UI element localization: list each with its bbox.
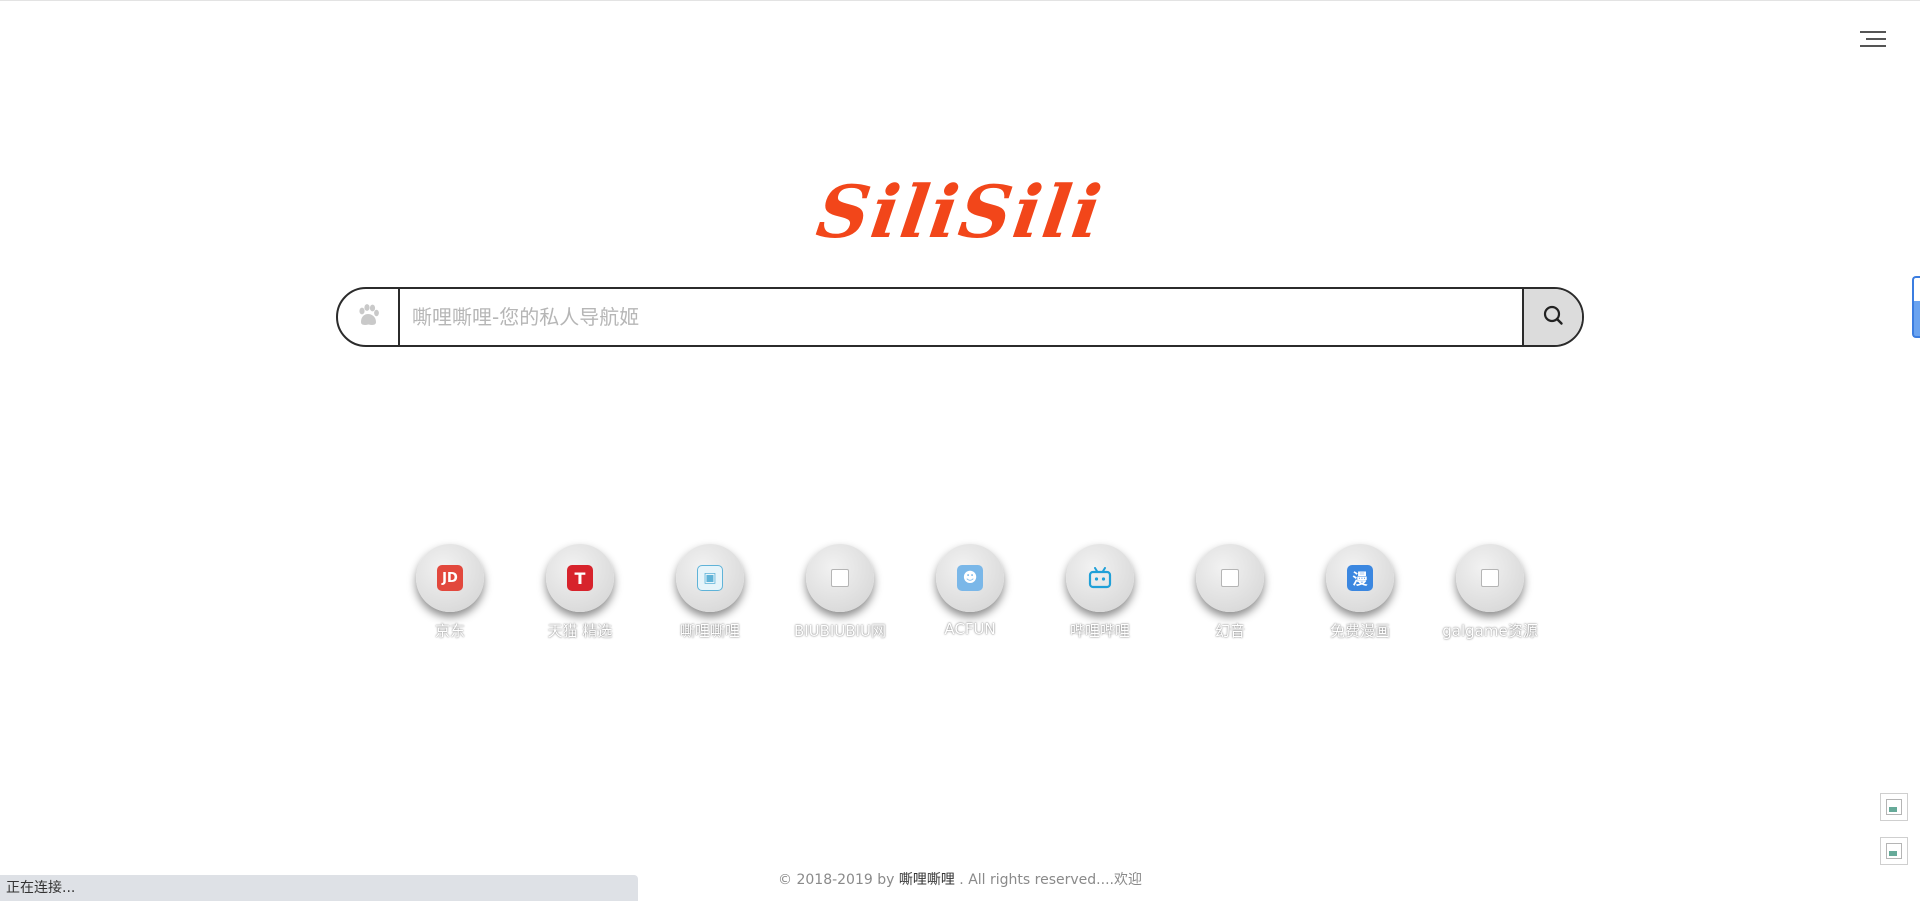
link-button[interactable] xyxy=(806,544,874,612)
link-label: 幻音 xyxy=(1214,622,1245,640)
link-label: BIUBIUBIU网 xyxy=(793,622,887,640)
search-input[interactable] xyxy=(400,289,1522,345)
browser-status-bar: 正在连接... xyxy=(0,875,638,901)
quick-links: JD 京东 T 天猫 精选 ▣ 嘶哩嘶哩 BIUBIUBIU网 ☻ ACFUN … xyxy=(385,544,1555,641)
broken-image-icon xyxy=(1886,799,1902,815)
search-bar xyxy=(336,287,1584,347)
link-label: galgame资源 xyxy=(1442,622,1538,640)
quick-link-jd[interactable]: JD 京东 xyxy=(385,544,515,641)
link-button[interactable]: ▣ xyxy=(676,544,744,612)
link-button[interactable]: 漫 xyxy=(1326,544,1394,612)
quick-link-huanyin[interactable]: 幻音 xyxy=(1165,544,1295,641)
baidu-paw-icon xyxy=(355,302,381,332)
quick-link-sili[interactable]: ▣ 嘶哩嘶哩 xyxy=(645,544,775,641)
quick-link-biubiubiu[interactable]: BIUBIUBIU网 xyxy=(775,544,905,641)
tmall-icon: T xyxy=(567,565,593,591)
hamburger-menu-icon[interactable] xyxy=(1856,27,1888,51)
link-label: 天猫 精选 xyxy=(547,622,613,640)
side-button-top[interactable] xyxy=(1880,793,1908,821)
link-label: 哔哩哔哩 xyxy=(1069,622,1130,640)
quick-link-galgame[interactable]: galgame资源 xyxy=(1425,544,1555,641)
search-icon xyxy=(1542,304,1564,330)
broken-image-icon xyxy=(831,569,849,587)
jd-icon: JD xyxy=(437,565,463,591)
quick-link-manga[interactable]: 漫 免费漫画 xyxy=(1295,544,1425,641)
footer-brand-link[interactable]: 嘶哩嘶哩 xyxy=(899,872,955,888)
quick-link-bilibili[interactable]: 哔哩哔哩 xyxy=(1035,544,1165,641)
link-button[interactable] xyxy=(1456,544,1524,612)
site-logo: SiliSili xyxy=(811,169,1109,254)
manga-icon: 漫 xyxy=(1347,565,1373,591)
sili-icon: ▣ xyxy=(697,565,723,591)
broken-image-icon xyxy=(1221,569,1239,587)
link-button[interactable]: T xyxy=(546,544,614,612)
side-button-bottom[interactable] xyxy=(1880,837,1908,865)
broken-image-icon xyxy=(1481,569,1499,587)
link-button[interactable] xyxy=(1196,544,1264,612)
search-engine-selector[interactable] xyxy=(338,289,400,345)
quick-link-acfun[interactable]: ☻ ACFUN xyxy=(905,544,1035,641)
link-label: 嘶哩嘶哩 xyxy=(679,622,740,640)
link-button[interactable]: JD xyxy=(416,544,484,612)
link-button[interactable]: ☻ xyxy=(936,544,1004,612)
link-label: ACFUN xyxy=(944,620,996,638)
broken-image-icon xyxy=(1886,843,1902,859)
link-label: 京东 xyxy=(434,622,465,640)
footer-rights: . All rights reserved....欢迎 xyxy=(954,872,1142,888)
page: SiliSili 嘶哩嘶哩-您的私人导航姬 JD 京东 T 天猫 精选 ▣ 嘶哩… xyxy=(0,0,1920,901)
link-label: 免费漫画 xyxy=(1329,622,1390,640)
search-button[interactable] xyxy=(1522,289,1582,345)
acfun-icon: ☻ xyxy=(957,565,983,591)
scroll-indicator[interactable] xyxy=(1912,276,1920,338)
link-button[interactable] xyxy=(1066,544,1134,612)
bilibili-icon xyxy=(1087,565,1113,591)
footer-copyright: © 2018-2019 by xyxy=(778,872,899,888)
quick-link-tmall[interactable]: T 天猫 精选 xyxy=(515,544,645,641)
